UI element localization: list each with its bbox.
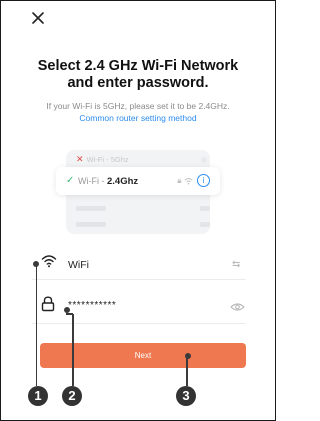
network-prefix: Wi-Fi - [78, 176, 107, 186]
callout-line [66, 313, 73, 315]
callout-badge-2: 2 [62, 386, 82, 406]
info-icon: i [197, 174, 210, 187]
wifi-signal-icon [184, 177, 193, 185]
network-5ghz-label: Wi-Fi - 5Ghz [86, 155, 129, 164]
cross-icon: ✕ [76, 154, 84, 164]
password-input[interactable]: *********** [68, 300, 116, 311]
placeholder-bar [76, 222, 106, 227]
network-band: 2.4Ghz [107, 176, 139, 187]
switch-network-icon[interactable]: ⇆ [232, 259, 240, 270]
field-divider [32, 323, 246, 324]
lock-icon [41, 296, 55, 312]
router-settings-link[interactable]: Common router setting method [0, 113, 276, 123]
network-24ghz-label: Wi-Fi - 2.4Ghz [78, 176, 138, 187]
callout-line [35, 264, 37, 386]
eye-icon[interactable] [230, 302, 245, 312]
wifi-name-input[interactable]: WiFi [68, 259, 89, 271]
network-5ghz-row: ✕ Wi-Fi - 5Ghz [76, 154, 129, 165]
placeholder-dot [201, 157, 207, 163]
placeholder-bar [76, 206, 106, 211]
check-icon: ✓ [66, 175, 75, 186]
page-title-line2: and enter password. [67, 75, 209, 91]
callout-badge-1: 1 [28, 386, 48, 406]
network-status-icons: 🔒︎ i [177, 174, 210, 187]
lock-icon: 🔒︎ [177, 176, 182, 185]
callout-line [186, 358, 188, 386]
field-divider [32, 279, 246, 280]
network-24ghz-row: ✓ Wi-Fi - 2.4Ghz 🔒︎ i [56, 167, 220, 195]
wifi-icon [41, 255, 57, 268]
callout-line [72, 314, 74, 386]
placeholder-bar [200, 206, 210, 211]
page-title-line1: Select 2.4 GHz Wi-Fi Network [37, 58, 239, 74]
next-button[interactable]: Next [40, 343, 246, 368]
placeholder-bar [200, 222, 210, 227]
close-icon[interactable] [29, 9, 47, 27]
callout-badge-3: 3 [176, 386, 196, 406]
band-hint: If your Wi-Fi is 5GHz, please set it to … [46, 101, 230, 111]
